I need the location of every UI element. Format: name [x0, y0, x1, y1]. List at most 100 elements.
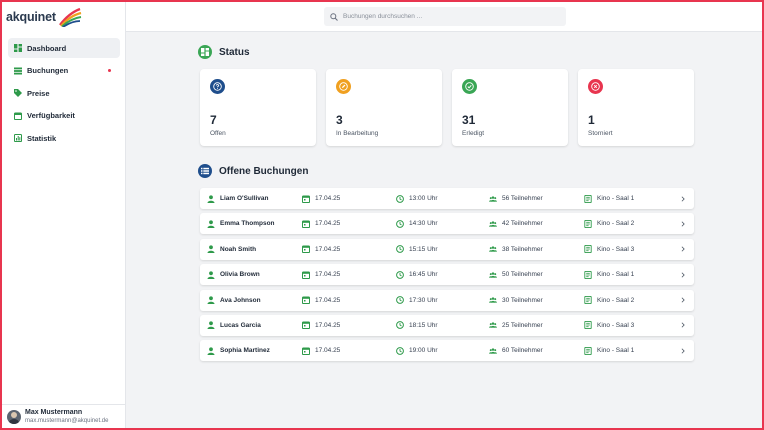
- user-profile[interactable]: Max Mustermann max.mustermann@akquinet.d…: [2, 404, 126, 428]
- question-icon: [213, 82, 222, 91]
- clock-icon: [396, 296, 404, 304]
- booking-participants: 38 Teilnehmer: [502, 245, 543, 253]
- booking-participants: 50 Teilnehmer: [502, 271, 543, 279]
- status-card-icon-wrap: [588, 79, 603, 94]
- status-label: In Bearbeitung: [336, 130, 379, 137]
- row-open-button[interactable]: [679, 290, 687, 311]
- chevron-right-icon: [681, 195, 685, 202]
- booking-row[interactable]: Ava Johnson 17.04.25 17:30 Uhr 30 Teilne…: [200, 289, 694, 311]
- dashboard-icon: [14, 44, 22, 52]
- search-icon: [330, 12, 338, 21]
- list-icon: [14, 67, 22, 74]
- booking-time: 17:30 Uhr: [409, 296, 438, 304]
- chart-icon: [14, 134, 22, 142]
- document-icon: [584, 270, 592, 279]
- booking-row[interactable]: Liam O'Sullivan 17.04.25 13:00 Uhr 56 Te…: [200, 188, 694, 209]
- status-card-icon-wrap: [462, 79, 477, 94]
- topbar: [126, 2, 762, 32]
- booking-name-cell: Liam O'Sullivan: [207, 188, 269, 209]
- sidebar-item-dashboard[interactable]: Dashboard: [8, 38, 120, 58]
- bookings-section-icon-wrap: [198, 164, 212, 178]
- status-count: 3: [336, 113, 343, 127]
- calendar-icon: [302, 220, 310, 228]
- sidebar-item-verfuegbarkeit[interactable]: Verfügbarkeit: [8, 106, 120, 126]
- row-open-button[interactable]: [679, 264, 687, 285]
- booking-room: Kino - Saal 1: [597, 195, 635, 202]
- booking-name-cell: Olivia Brown: [207, 264, 260, 285]
- status-label: Storniert: [588, 130, 613, 137]
- booking-time-cell: 16:45 Uhr: [396, 264, 438, 285]
- booking-row[interactable]: Noah Smith 17.04.25 15:15 Uhr 38 Teilneh…: [200, 238, 694, 260]
- booking-row[interactable]: Lucas Garcia 17.04.25 18:15 Uhr 25 Teiln…: [200, 314, 694, 336]
- status-card-icon-wrap: [336, 79, 351, 94]
- notification-badge: [107, 68, 111, 72]
- booking-name: Olivia Brown: [220, 271, 260, 279]
- booking-row[interactable]: Emma Thompson 17.04.25 14:30 Uhr 42 Teil…: [200, 213, 694, 235]
- booking-room-cell: Kino - Saal 2: [584, 213, 634, 234]
- booking-room: Kino - Saal 3: [597, 321, 635, 329]
- booking-time-cell: 14:30 Uhr: [396, 213, 438, 234]
- booking-time: 14:30 Uhr: [409, 220, 438, 228]
- calendar-icon: [14, 112, 22, 120]
- user-name: Max Mustermann: [25, 409, 83, 416]
- booking-participants: 30 Teilnehmer: [502, 296, 543, 304]
- booking-room-cell: Kino - Saal 3: [584, 315, 634, 336]
- status-label: Offen: [210, 130, 226, 137]
- clock-icon: [396, 321, 404, 330]
- row-open-button[interactable]: [679, 315, 687, 336]
- bookings-list: Liam O'Sullivan 17.04.25 13:00 Uhr 56 Te…: [200, 188, 694, 366]
- booking-participants: 56 Teilnehmer: [502, 195, 543, 202]
- booking-room-cell: Kino - Saal 2: [584, 290, 634, 311]
- avatar: [7, 409, 21, 424]
- status-label: Erledigt: [462, 130, 485, 137]
- dashboard-icon: [201, 48, 209, 56]
- edit-icon: [339, 82, 348, 91]
- group-icon: [489, 221, 497, 227]
- chevron-right-icon: [681, 322, 685, 328]
- booking-participants-cell: 42 Teilnehmer: [489, 213, 543, 234]
- group-icon: [489, 348, 497, 354]
- status-title: Status: [219, 46, 250, 58]
- booking-date-cell: 17.04.25: [302, 290, 340, 311]
- booking-name: Emma Thompson: [220, 220, 275, 228]
- row-open-button[interactable]: [679, 213, 687, 234]
- booking-date: 17.04.25: [315, 245, 341, 253]
- booking-row[interactable]: Olivia Brown 17.04.25 16:45 Uhr 50 Teiln…: [200, 264, 694, 286]
- person-icon: [207, 321, 215, 330]
- booking-row[interactable]: Sophia Martinez 17.04.25 19:00 Uhr 60 Te…: [200, 340, 694, 362]
- status-count: 7: [210, 113, 217, 127]
- row-open-button[interactable]: [679, 188, 687, 209]
- row-open-button[interactable]: [679, 340, 687, 361]
- user-email: max.mustermann@akquinet.de: [25, 418, 109, 424]
- document-icon: [584, 296, 592, 305]
- clock-icon: [396, 270, 404, 279]
- sidebar-item-statistik[interactable]: Statistik: [8, 128, 120, 148]
- search-input[interactable]: [343, 13, 543, 20]
- sidebar-item-buchungen[interactable]: Buchungen: [8, 61, 120, 81]
- sidebar-item-preise[interactable]: Preise: [8, 83, 120, 103]
- booking-date-cell: 17.04.25: [302, 264, 340, 285]
- booking-date-cell: 17.04.25: [302, 315, 340, 336]
- status-card-offen[interactable]: 7 Offen: [200, 69, 316, 146]
- status-card-erledigt[interactable]: 31 Erledigt: [452, 69, 568, 146]
- person-icon: [207, 296, 215, 305]
- booking-date: 17.04.25: [315, 195, 341, 202]
- calendar-icon: [302, 271, 310, 279]
- logo-text: akquinet: [6, 10, 56, 24]
- status-card-in-bearbeitung[interactable]: 3 In Bearbeitung: [326, 69, 442, 146]
- status-count: 31: [462, 113, 476, 127]
- person-icon: [207, 271, 215, 279]
- sidebar-nav: Dashboard Buchungen Preise Verfügbarkeit…: [8, 38, 120, 151]
- status-card-icon-wrap: [210, 79, 225, 94]
- status-card-storniert[interactable]: 1 Storniert: [578, 69, 694, 146]
- person-icon: [207, 347, 215, 355]
- booking-room: Kino - Saal 1: [597, 347, 635, 355]
- booking-participants-cell: 50 Teilnehmer: [489, 264, 543, 285]
- booking-time: 16:45 Uhr: [409, 271, 438, 279]
- search-bar[interactable]: [324, 7, 566, 26]
- document-icon: [584, 346, 592, 355]
- clock-icon: [396, 346, 404, 355]
- calendar-icon: [302, 296, 310, 305]
- row-open-button[interactable]: [679, 239, 687, 260]
- logo[interactable]: akquinet: [6, 6, 82, 28]
